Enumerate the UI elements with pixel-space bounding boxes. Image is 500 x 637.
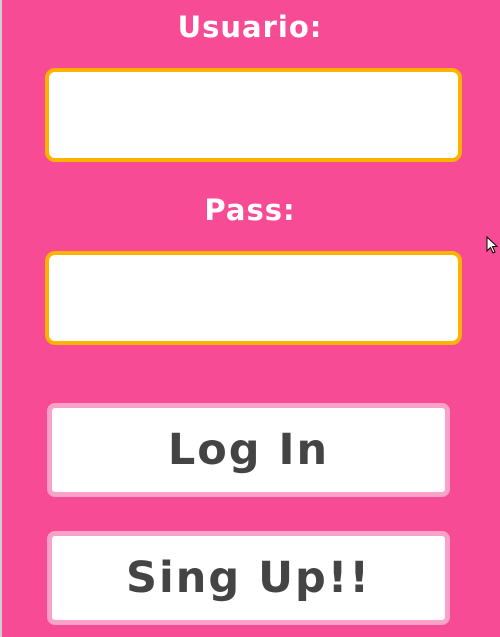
password-label: Pass: xyxy=(204,193,296,227)
mouse-pointer-icon xyxy=(486,236,498,254)
login-button[interactable]: Log In xyxy=(47,403,450,497)
window-left-edge xyxy=(0,0,2,637)
username-label: Usuario: xyxy=(177,10,323,44)
password-input[interactable] xyxy=(45,251,462,345)
signup-button[interactable]: Sing Up!! xyxy=(47,531,450,625)
username-input[interactable] xyxy=(45,68,462,162)
